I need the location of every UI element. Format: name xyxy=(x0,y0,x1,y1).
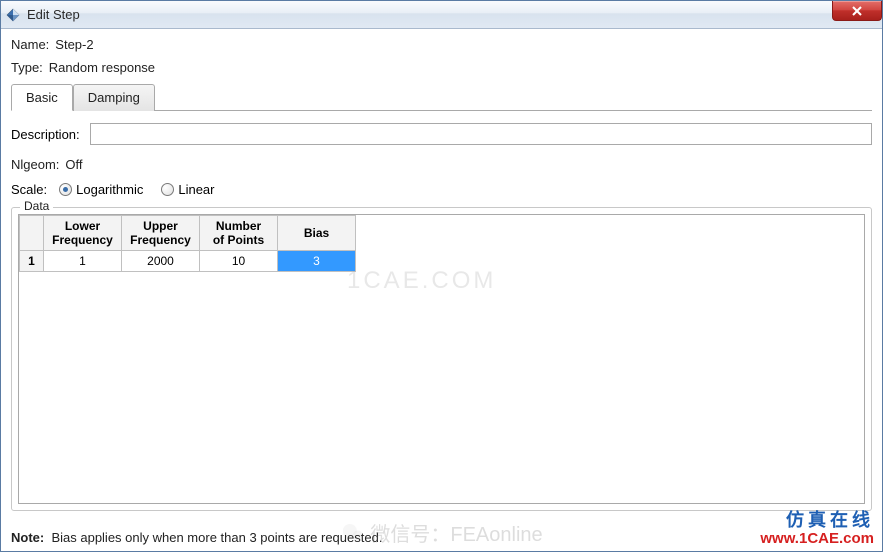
watermark-red: www.1CAE.com xyxy=(760,530,874,547)
type-row: Type: Random response xyxy=(11,60,872,75)
nlgeom-value: Off xyxy=(65,157,82,172)
table-header-row: Lower Frequency Upper Frequency Number o… xyxy=(20,216,356,251)
radio-linear[interactable] xyxy=(161,183,174,196)
type-label: Type: xyxy=(11,60,43,75)
note-label: Note: xyxy=(11,530,44,545)
nlgeom-label: Nlgeom: xyxy=(11,157,59,172)
watermark-wechat-text: 微信号：FEAonline xyxy=(370,518,542,547)
nlgeom-row: Nlgeom: Off xyxy=(11,157,872,172)
note-text: Bias applies only when more than 3 point… xyxy=(51,530,382,545)
data-table-wrap: Lower Frequency Upper Frequency Number o… xyxy=(18,214,865,504)
description-label: Description: xyxy=(11,127,80,142)
data-table[interactable]: Lower Frequency Upper Frequency Number o… xyxy=(19,215,356,272)
description-row: Description: xyxy=(11,123,872,145)
corner-cell xyxy=(20,216,44,251)
col-num-points[interactable]: Number of Points xyxy=(200,216,278,251)
radio-logarithmic[interactable] xyxy=(59,183,72,196)
dialog-content: Name: Step-2 Type: Random response Basic… xyxy=(1,29,882,515)
col-upper-freq[interactable]: Upper Frequency xyxy=(122,216,200,251)
name-row: Name: Step-2 xyxy=(11,37,872,52)
col-lower-freq[interactable]: Lower Frequency xyxy=(44,216,122,251)
close-button[interactable] xyxy=(832,1,882,21)
scale-row: Scale: Logarithmic Linear xyxy=(11,182,872,197)
col-bias[interactable]: Bias xyxy=(278,216,356,251)
cell-upper[interactable]: 2000 xyxy=(122,251,200,272)
app-icon xyxy=(5,7,21,23)
radio-logarithmic-wrap[interactable]: Logarithmic xyxy=(59,182,143,197)
type-value: Random response xyxy=(49,60,155,75)
data-fieldset: Data Lower Frequency Upper Frequency Num… xyxy=(11,207,872,511)
row-index[interactable]: 1 xyxy=(20,251,44,272)
tab-basic[interactable]: Basic xyxy=(11,84,73,111)
name-label: Name: xyxy=(11,37,49,52)
note-row: Note: Bias applies only when more than 3… xyxy=(11,530,382,545)
dialog-window: Edit Step Name: Step-2 Type: Random resp… xyxy=(0,0,883,552)
tab-damping[interactable]: Damping xyxy=(73,84,155,111)
cell-lower[interactable]: 1 xyxy=(44,251,122,272)
name-value: Step-2 xyxy=(55,37,93,52)
titlebar[interactable]: Edit Step xyxy=(1,1,882,29)
radio-linear-label: Linear xyxy=(178,182,214,197)
description-input[interactable] xyxy=(90,123,872,145)
tab-bar: Basic Damping xyxy=(11,83,872,111)
radio-logarithmic-label: Logarithmic xyxy=(76,182,143,197)
radio-linear-wrap[interactable]: Linear xyxy=(161,182,214,197)
cell-points[interactable]: 10 xyxy=(200,251,278,272)
cell-bias[interactable]: 3 xyxy=(278,251,356,272)
data-legend: Data xyxy=(20,199,53,213)
scale-label: Scale: xyxy=(11,182,47,197)
close-icon xyxy=(851,6,863,16)
table-row[interactable]: 1 1 2000 10 3 xyxy=(20,251,356,272)
window-title: Edit Step xyxy=(27,7,80,22)
